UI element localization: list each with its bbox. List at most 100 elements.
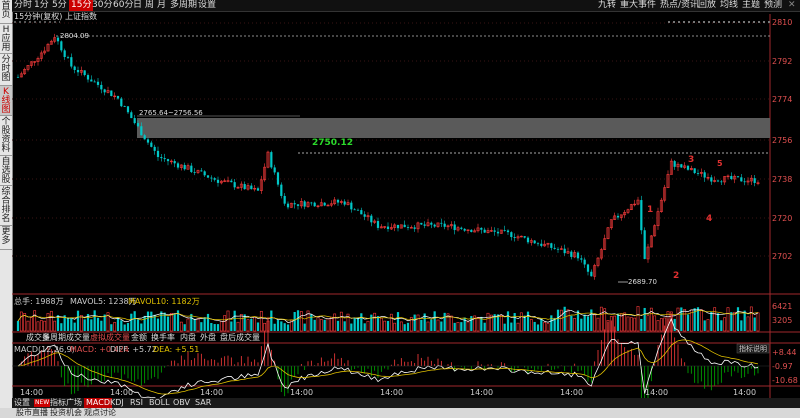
candle-body (503, 230, 506, 231)
macd-axis-label: +8.44 (772, 348, 797, 357)
candle-body (693, 168, 696, 174)
tab-rsi[interactable]: RSI (130, 398, 143, 408)
volume-bar (543, 322, 547, 332)
volume-bar (456, 322, 460, 332)
volume-bar (256, 322, 260, 331)
price-axis-label: 2738 (772, 175, 793, 184)
volume-bar (140, 323, 143, 331)
candle-body (256, 188, 260, 191)
status-live-link[interactable]: 股市直播 (16, 408, 48, 418)
volume-bar (283, 323, 286, 331)
candle-body (176, 163, 180, 168)
status-opportunity-link[interactable]: 投资机会 (50, 408, 82, 418)
candle-body (96, 81, 100, 85)
candle-body (406, 227, 410, 228)
candle-body (183, 164, 186, 170)
volume-bar (186, 318, 190, 332)
volume-bar (710, 311, 713, 331)
volume-bar (183, 324, 186, 331)
candle-body (536, 243, 540, 245)
volume-bar (276, 320, 280, 331)
indicator-settings-button[interactable]: 设置 (14, 398, 30, 408)
candle-body (73, 66, 76, 70)
volume-bar (573, 318, 577, 332)
candle-body (586, 264, 590, 272)
volume-bar (319, 319, 323, 332)
volume-btn-turnover[interactable]: 换手率 (151, 333, 175, 343)
candle-body (313, 202, 316, 207)
indicator-tabs: 设置 NEW 指标广场 MACD KDJ RSI BOLL OBV SAR (12, 398, 800, 408)
candle-body (146, 139, 150, 143)
volume-bar (100, 320, 103, 331)
wave-count-2: 2 (673, 271, 679, 281)
status-discussion-link[interactable]: 观点讨论 (84, 408, 116, 418)
time-axis-label: 14:00 (380, 388, 404, 397)
volume-bar (303, 323, 306, 331)
candle-body (523, 236, 526, 238)
volume-total: 总手: 1988万 (14, 296, 64, 306)
volume-bar (699, 309, 703, 332)
volume-btn-outer[interactable]: 外盘 (200, 333, 216, 343)
volume-bar (629, 317, 633, 332)
candle-body (200, 170, 203, 172)
tab-indicator-square[interactable]: 指标广场 (50, 398, 82, 408)
volume-bar (626, 316, 630, 332)
tab-kdj[interactable]: KDJ (110, 398, 124, 408)
price-axis-label: 2792 (772, 57, 793, 66)
volume-bar (430, 319, 433, 331)
volume-bar (169, 313, 173, 332)
candle-body (70, 57, 73, 67)
tab-macd[interactable]: MACD (84, 398, 112, 408)
volume-bar (499, 315, 503, 332)
volume-bar (420, 319, 423, 331)
candle-body (273, 167, 276, 173)
volume-bar (533, 321, 536, 331)
volume-btn-multi[interactable]: 多周期成交量 (42, 333, 90, 343)
resistance-zone (137, 118, 770, 138)
volume-bar (73, 322, 76, 331)
volume-bar (399, 321, 403, 332)
volume-bar (206, 313, 210, 331)
volume-btn-afterhours[interactable]: 盘后成交量 (220, 333, 260, 343)
volume-bar (623, 312, 627, 332)
volume-bar (590, 309, 593, 331)
price-axis-label: 2774 (772, 95, 793, 104)
volume-bar (453, 322, 456, 331)
volume-bar (263, 322, 267, 332)
candle-body (160, 157, 163, 159)
volume-bar (250, 318, 253, 331)
volume-bar (223, 315, 227, 332)
volume-bar (360, 313, 363, 331)
volume-bar (396, 312, 400, 331)
candle-body (283, 195, 286, 204)
indicator-explain-button[interactable]: 指标说明 (739, 344, 767, 353)
kline-chart[interactable]: 2804.09 2765.64~2756.56 2750.12 2689.70 … (0, 0, 800, 418)
volume-btn-virtual[interactable]: 虚拟成交量 (90, 333, 130, 343)
volume-btn-amount[interactable]: 金额 (131, 333, 147, 343)
volume-btn-inner[interactable]: 内盘 (180, 333, 196, 343)
tab-sar[interactable]: SAR (195, 398, 211, 408)
candle-body (353, 209, 356, 211)
candle-body (296, 204, 300, 206)
wave-count-5: 5 (717, 159, 723, 168)
candle-body (150, 142, 153, 147)
volume-bar (413, 314, 416, 331)
tab-obv[interactable]: OBV (173, 398, 190, 408)
candle-body (286, 203, 290, 208)
volume-bar (510, 322, 513, 331)
volume-axis-label: 3205 (772, 316, 793, 325)
volume-bar (730, 312, 733, 331)
candle-body (63, 50, 66, 57)
time-axis-label: 14:00 (200, 388, 224, 397)
candle-body (740, 177, 743, 182)
volume-bar (103, 314, 106, 331)
candle-body (496, 231, 500, 234)
candle-body (443, 223, 446, 227)
candle-body (233, 182, 236, 188)
volume-bar (683, 309, 687, 332)
volume-bar (506, 311, 510, 331)
candle-body (696, 173, 700, 174)
tab-boll[interactable]: BOLL (149, 398, 170, 408)
candle-body (90, 79, 93, 82)
candle-body (470, 229, 473, 233)
